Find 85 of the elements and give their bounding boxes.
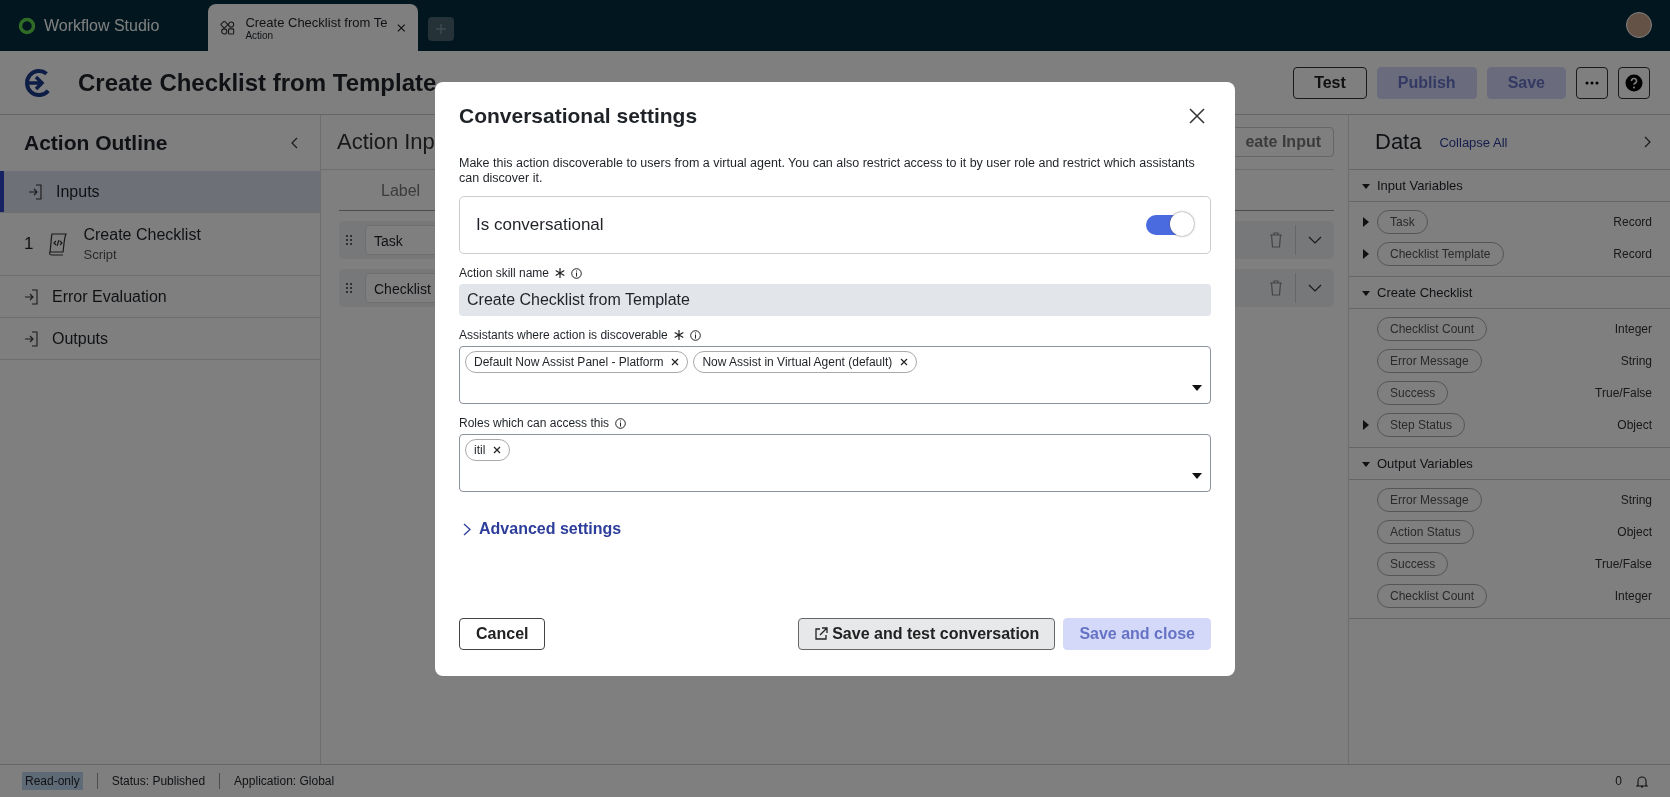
variable-type: True/False [1595,386,1652,400]
section-title: Create Checklist [1377,285,1473,300]
section-header[interactable]: Create Checklist [1349,277,1670,309]
cancel-button[interactable]: Cancel [459,618,546,650]
tab-subtitle: Action [245,29,275,41]
external-link-icon [814,627,829,641]
variable-type: String [1620,354,1652,368]
header-button[interactable]: Test [1293,66,1367,99]
section-title: Action Inp [337,129,435,155]
outline-label: Outputs [52,329,109,348]
column-header: Label [381,182,421,199]
collapse-all-link[interactable]: Collapse All [1439,134,1508,150]
chevron-down-icon[interactable] [1308,284,1322,292]
dialog-title: Conversational settings [459,104,698,128]
outline-item[interactable]: Inputs [0,171,320,213]
drag-handle-icon[interactable] [345,234,353,246]
variable-type: Object [1617,525,1652,539]
toggle-label: Is conversational [476,215,604,235]
info-icon[interactable] [615,417,627,429]
help-icon [1625,73,1643,92]
field-label: Assistants where action is discoverable [459,328,668,342]
caret-icon[interactable] [1363,249,1369,259]
panel-title: Data [1375,129,1422,155]
enter-arrow-icon [24,288,38,305]
shapes-icon [220,18,236,37]
variable-type: Record [1613,215,1652,229]
field-label: Roles which can access this [459,416,610,430]
help-button[interactable] [1618,66,1650,99]
variable-type: Integer [1614,589,1652,603]
tab-title: Create Checklist from Te [245,14,388,30]
outline-item[interactable]: Outputs [0,318,320,360]
page-title: Create Checklist from Template [78,68,437,97]
variable-type: Record [1613,247,1652,261]
variable-type: Object [1617,418,1652,432]
enter-arrow-icon [28,183,42,200]
collapse-chevron-icon[interactable] [290,137,298,149]
status-text: Status: Published [111,774,206,788]
multi-select-field[interactable]: itil [459,434,1211,492]
chevron-down-icon[interactable] [1308,236,1322,244]
editor-tab[interactable]: Create Checklist from Te Action [208,4,418,51]
create-input-button[interactable]: eate Input [1232,127,1334,157]
info-icon[interactable] [571,267,583,279]
dropdown-caret-icon[interactable] [1192,385,1202,391]
section-title: Output Variables [1377,456,1473,471]
step-number: 1 [24,234,34,254]
enter-arrow-icon [24,330,38,347]
outline-label: Error Evaluation [52,287,167,306]
save-and-test-button[interactable]: Save and test conversation [798,618,1056,650]
close-icon[interactable] [1189,108,1205,124]
app-name: Workflow Studio [44,16,160,35]
section-header[interactable]: Output Variables [1349,448,1670,480]
more-button[interactable] [1576,66,1608,99]
expand-chevron-icon[interactable] [1644,136,1652,148]
status-text: Application: Global [234,774,335,788]
dropdown-caret-icon[interactable] [1192,473,1202,479]
info-icon[interactable] [689,329,701,341]
script-scroll-icon [47,231,70,257]
remove-icon[interactable] [671,358,680,366]
toggle-switch[interactable] [1146,215,1192,235]
caret-icon[interactable] [1363,420,1369,430]
multi-select-field[interactable]: Default Now Assist Panel - Platform Now Assist in Virtual Agent (default) [459,346,1211,404]
bell-icon[interactable] [1636,774,1648,788]
step-type: Script [83,247,118,262]
remove-icon[interactable] [493,446,502,454]
avatar[interactable] [1626,12,1652,38]
section-title: Input Variables [1377,178,1463,193]
field-label: Action skill name [459,266,550,280]
ring-logo-icon [18,16,36,35]
skill-name-field[interactable]: Create Checklist from Template [459,284,1211,316]
outline-step[interactable]: 1 Create Checklist Script [0,213,320,276]
variable-type: String [1620,493,1652,507]
remove-icon[interactable] [900,358,909,366]
dialog-description: Make this action discoverable to users from a virtual agent. You can also restrict access to it by user role and restrict which assistants can discover it. [459,156,1196,186]
step-label: Create Checklist [83,226,201,244]
read-only-badge: Read-only [22,772,83,790]
variable-type: Integer [1614,322,1652,336]
variable-type: True/False [1595,557,1652,571]
more-dots-icon [1585,80,1599,85]
section-header[interactable]: Input Variables [1349,170,1670,202]
drag-handle-icon[interactable] [345,282,353,294]
caret-icon[interactable] [1363,217,1369,227]
outline-item[interactable]: Error Evaluation [0,276,320,318]
notification-count: 0 [1615,774,1622,788]
sidebar-title: Action Outline [24,131,168,155]
outline-label: Inputs [56,182,100,201]
